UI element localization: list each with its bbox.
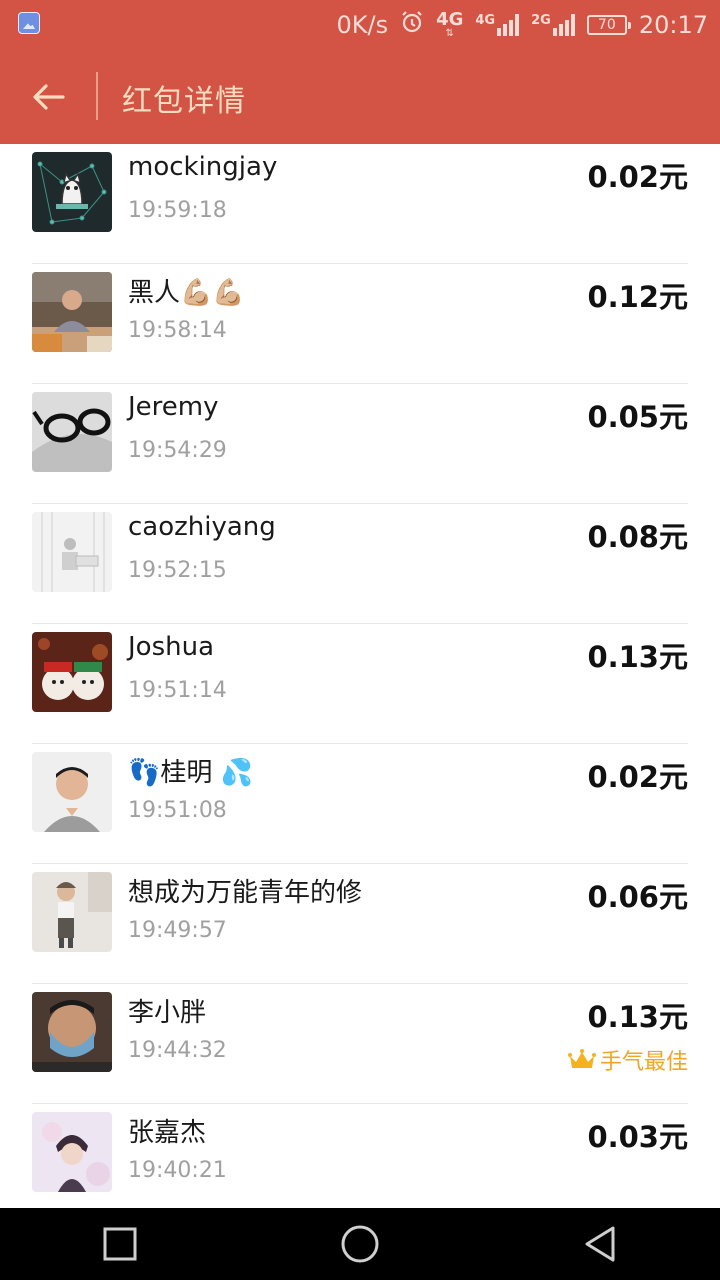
list-item[interactable]: 李小胖 19:44:32 0.13元 手气最佳	[32, 984, 688, 1104]
recipient-name: Jeremy	[128, 392, 219, 422]
list-item[interactable]: 想成为万能青年的修 19:49:57 0.06元	[32, 864, 688, 984]
recipient-name: 👣桂明 💦	[128, 758, 254, 788]
back-arrow-icon	[33, 84, 65, 110]
receive-time: 19:49:57	[128, 918, 227, 943]
amount: 0.05元	[587, 400, 688, 434]
best-luck-badge: 手气最佳	[567, 1044, 688, 1076]
amount: 0.02元	[587, 760, 688, 794]
avatar	[32, 752, 112, 832]
best-luck-label: 手气最佳	[599, 1050, 688, 1075]
signal-strength-icon	[497, 14, 520, 36]
network-speed: 0K/s	[336, 11, 389, 39]
amount: 0.13元	[587, 640, 688, 674]
recipient-name: 李小胖	[128, 998, 207, 1028]
status-bar: 0K/s 4G ⇅ 4G 2G 70 20:17	[0, 0, 720, 50]
amount: 0.13元	[587, 1000, 688, 1034]
recipient-name: mockingjay	[128, 152, 278, 182]
crown-icon	[567, 1049, 596, 1068]
amount: 0.02元	[587, 160, 688, 194]
receive-time: 19:59:18	[128, 198, 227, 223]
square-icon	[103, 1227, 137, 1261]
amount: 0.06元	[587, 880, 688, 914]
avatar	[32, 872, 112, 952]
signal-strength-icon	[552, 14, 575, 36]
network-type-label: 2G	[531, 13, 551, 28]
avatar	[32, 1112, 112, 1192]
triangle-back-icon	[585, 1226, 615, 1262]
gallery-notification-icon	[18, 12, 42, 36]
list-item[interactable]: caozhiyang 19:52:15 0.08元	[32, 504, 688, 624]
network-type-label: 4G	[436, 9, 464, 30]
receive-time: 19:44:32	[128, 1038, 227, 1063]
header-divider	[96, 72, 98, 120]
list-item[interactable]: 👣桂明 💦 19:51:08 0.02元	[32, 744, 688, 864]
page-title: 红包详情	[122, 84, 246, 119]
system-nav-bar	[0, 1208, 720, 1280]
receive-time: 19:54:29	[128, 438, 227, 463]
recipient-name: caozhiyang	[128, 512, 276, 542]
avatar	[32, 992, 112, 1072]
avatar	[32, 512, 112, 592]
list-item[interactable]: 张嘉杰 19:40:21 0.03元	[32, 1104, 688, 1208]
avatar	[32, 152, 112, 232]
alarm-icon	[400, 10, 424, 40]
back-button[interactable]	[22, 72, 74, 122]
back-nav-button[interactable]	[570, 1214, 630, 1274]
data-arrows-icon: ⇅	[445, 28, 454, 39]
recipient-name: 想成为万能青年的修	[128, 878, 363, 908]
recipient-name: Joshua	[128, 632, 215, 662]
receive-time: 19:51:08	[128, 798, 227, 823]
receive-time: 19:51:14	[128, 678, 227, 703]
red-packet-recipient-list[interactable]: mockingjay 19:59:18 0.02元 黑人💪🏼💪🏼 19:58:1…	[0, 144, 720, 1208]
amount: 0.12元	[587, 280, 688, 314]
amount: 0.08元	[587, 520, 688, 554]
avatar	[32, 392, 112, 472]
clock: 20:17	[638, 11, 708, 39]
circle-icon	[341, 1225, 379, 1263]
receive-time: 19:58:14	[128, 318, 227, 343]
list-item[interactable]: Joshua 19:51:14 0.13元	[32, 624, 688, 744]
recipient-name: 张嘉杰	[128, 1118, 207, 1148]
recipient-name: 黑人💪🏼💪🏼	[128, 278, 245, 308]
recents-button[interactable]	[90, 1214, 150, 1274]
list-item[interactable]: 黑人💪🏼💪🏼 19:58:14 0.12元	[32, 264, 688, 384]
avatar	[32, 632, 112, 712]
receive-time: 19:40:21	[128, 1158, 227, 1183]
list-item[interactable]: Jeremy 19:54:29 0.05元	[32, 384, 688, 504]
avatar	[32, 272, 112, 352]
amount: 0.03元	[587, 1120, 688, 1154]
app-bar: 红包详情	[0, 50, 720, 144]
network-type-label: 4G	[475, 13, 496, 28]
receive-time: 19:52:15	[128, 558, 227, 583]
list-item[interactable]: mockingjay 19:59:18 0.02元	[32, 144, 688, 264]
battery-icon: 70	[586, 15, 631, 35]
home-button[interactable]	[330, 1214, 390, 1274]
